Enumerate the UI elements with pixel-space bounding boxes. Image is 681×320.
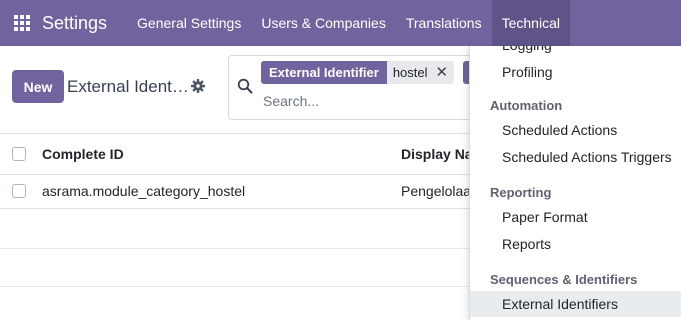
page-title: External Ident…	[67, 77, 189, 96]
gear-icon[interactable]	[190, 78, 206, 94]
app-brand[interactable]: Settings	[42, 13, 107, 34]
menu-item-scheduled-actions-triggers[interactable]: Scheduled Actions Triggers	[470, 144, 681, 170]
menu-item-paper-format[interactable]: Paper Format	[470, 204, 681, 230]
menu-item-profiling[interactable]: Profiling	[470, 59, 681, 85]
menu-item-reports[interactable]: Reports	[470, 231, 681, 257]
facet-label: External Identifier	[261, 61, 387, 84]
facet-value: hostel ✕	[386, 61, 455, 84]
section-reporting: Reporting	[490, 185, 552, 200]
section-sequences-identifiers: Sequences & Identifiers	[490, 272, 638, 287]
column-header-display-name[interactable]: Display Na	[401, 146, 473, 162]
menu-item-external-identifiers[interactable]: External Identifiers	[470, 291, 681, 317]
menu-general-settings[interactable]: General Settings	[127, 0, 251, 46]
menu-technical[interactable]: Technical	[491, 0, 570, 46]
cell-display-name: Pengelolaa	[401, 183, 469, 199]
top-navbar: Settings General Settings Users & Compan…	[0, 0, 681, 46]
row-checkbox[interactable]	[12, 184, 26, 198]
search-icon[interactable]	[237, 78, 253, 94]
close-icon[interactable]: ✕	[436, 61, 449, 84]
search-facet: External Identifier hostel ✕	[261, 61, 455, 84]
menu-item-logging[interactable]: Logging	[470, 46, 681, 58]
menu-translations[interactable]: Translations	[396, 0, 492, 46]
menu-item-scheduled-actions[interactable]: Scheduled Actions	[470, 117, 681, 143]
technical-dropdown-menu: Logging Profiling Automation Scheduled A…	[469, 46, 681, 320]
cell-complete-id: asrama.module_category_hostel	[42, 183, 246, 199]
new-button[interactable]: New	[12, 70, 64, 103]
search-input[interactable]	[263, 91, 463, 111]
select-all-checkbox[interactable]	[12, 147, 26, 161]
facet-value-text: hostel	[392, 65, 428, 80]
search-box: External Identifier hostel ✕	[228, 55, 488, 120]
apps-grid-icon[interactable]	[0, 0, 44, 46]
column-header-complete-id[interactable]: Complete ID	[42, 146, 124, 162]
section-automation: Automation	[490, 98, 563, 113]
menu-users-companies[interactable]: Users & Companies	[251, 0, 396, 46]
